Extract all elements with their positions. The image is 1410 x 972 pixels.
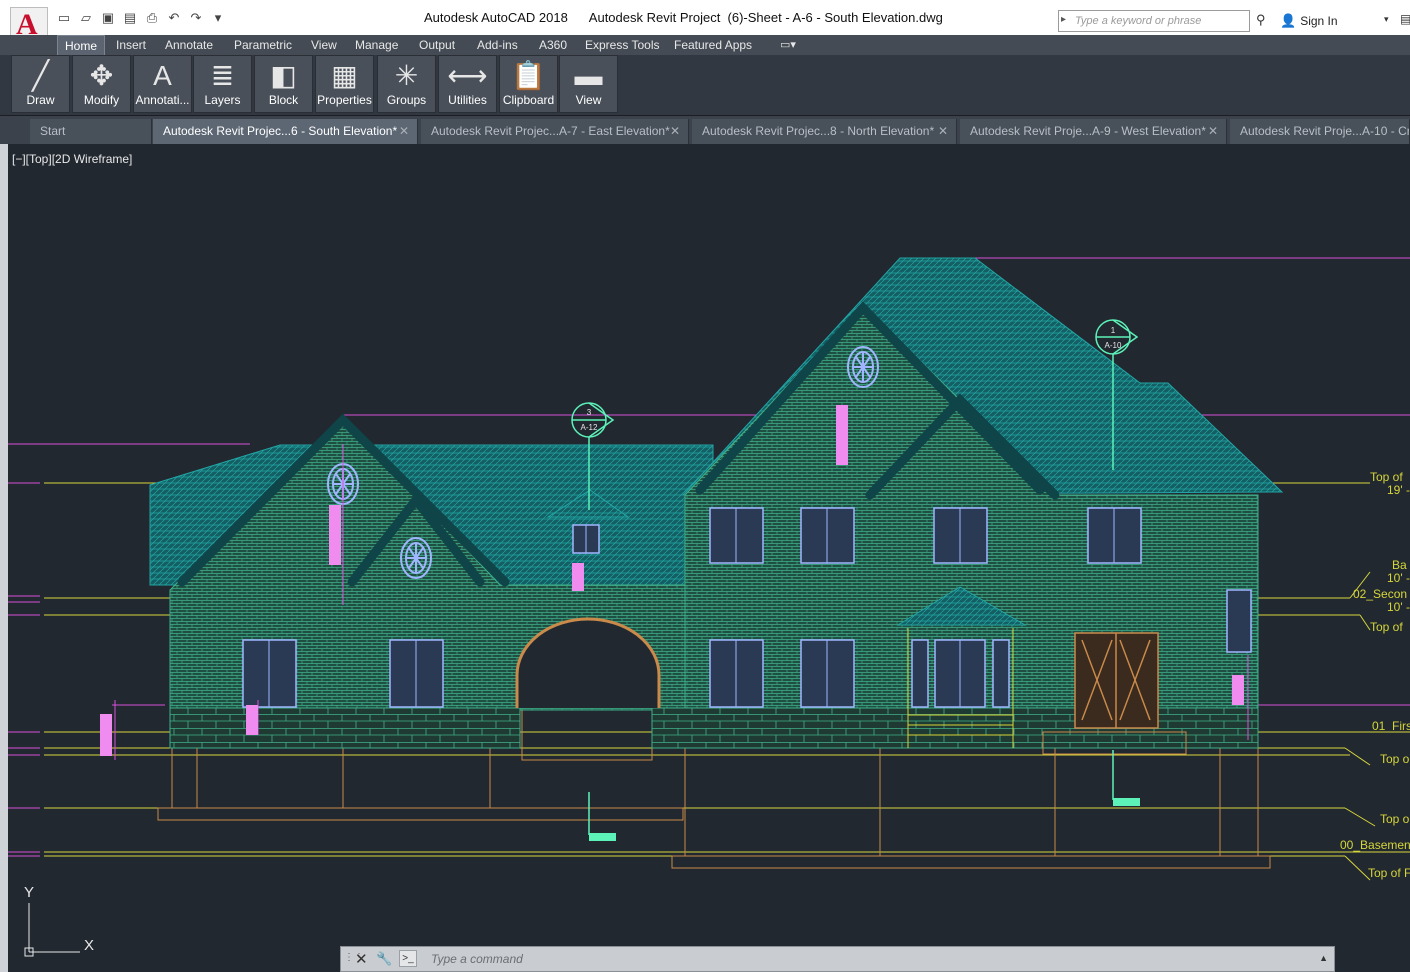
wrench-icon[interactable]: 🔧: [376, 951, 392, 967]
level-label: 10' -: [1387, 571, 1410, 585]
ucs-icon: [24, 903, 80, 957]
ucs-x-label: X: [84, 937, 94, 954]
level-labels: Top of 19' - Ba 10' - 02_Secon 10' - Top…: [1340, 470, 1410, 880]
level-label: 19' -: [1387, 483, 1410, 497]
section-3-number: 3: [587, 408, 592, 417]
level-label: Ba: [1392, 558, 1407, 572]
level-label: 02_Secon: [1353, 587, 1407, 601]
ucs-y-label: Y: [24, 884, 34, 901]
level-label: 00_Basemen: [1340, 838, 1410, 852]
stone-base-left: [169, 707, 521, 749]
command-input[interactable]: Type a command: [431, 952, 523, 966]
section-1-number: 1: [1111, 326, 1116, 335]
section-flag-a: [589, 833, 616, 841]
command-prompt-icon[interactable]: >_: [399, 950, 417, 967]
command-line[interactable]: ⋮⋮ ✕ 🔧 >_ Type a command ▲: [340, 946, 1335, 972]
elevation-drawing: 3 A-12 1 A-10 Top of 19' - Ba 10' - 02_S…: [8, 257, 1410, 957]
level-label: Top of: [1370, 470, 1403, 484]
section-1-sheet: A-10: [1105, 341, 1122, 350]
front-door: [1074, 632, 1159, 729]
level-label: Top o: [1380, 812, 1410, 826]
stone-base-right: [651, 707, 1259, 749]
section-flag-b: [1113, 798, 1140, 806]
level-label: 01_Firs: [1372, 719, 1410, 733]
close-icon[interactable]: ✕: [355, 950, 368, 968]
section-3-sheet: A-12: [581, 423, 598, 432]
chevron-up-icon[interactable]: ▲: [1319, 953, 1328, 963]
level-label: 10' -: [1387, 600, 1410, 614]
viewport-controls-label[interactable]: [−][Top][2D Wireframe]: [12, 152, 132, 166]
level-label: Top o: [1380, 752, 1410, 766]
level-label: Top of F: [1368, 866, 1410, 880]
level-label: Top of: [1370, 620, 1403, 634]
